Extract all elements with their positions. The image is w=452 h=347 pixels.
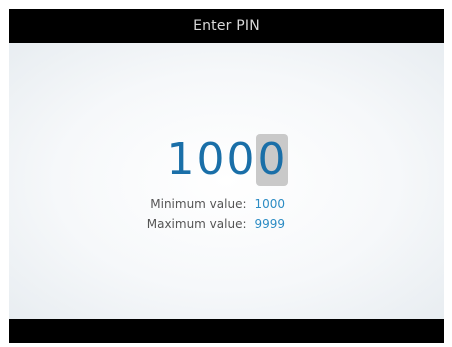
title-bar: Enter PIN <box>9 9 444 43</box>
pin-entry-panel: 1 0 0 0 Minimum value: 1000 Maximum valu… <box>9 43 444 319</box>
pin-range-info: Minimum value: 1000 Maximum value: 9999 <box>9 194 444 234</box>
maximum-value-row: Maximum value: 9999 <box>9 214 444 234</box>
minimum-value-row: Minimum value: 1000 <box>9 194 444 214</box>
screen-title: Enter PIN <box>193 18 260 34</box>
pin-digit-2[interactable]: 0 <box>196 134 226 186</box>
pin-digit-3[interactable]: 0 <box>226 134 256 186</box>
pin-entry-screen: Enter PIN 1 0 0 0 Minimum value: 1000 Ma… <box>9 9 444 343</box>
minimum-value-label: Minimum value: <box>150 197 247 211</box>
footer-bar <box>9 319 444 343</box>
pin-display[interactable]: 1 0 0 0 <box>9 134 444 186</box>
maximum-value-label: Maximum value: <box>146 217 247 231</box>
minimum-value: 1000 <box>254 197 286 211</box>
maximum-value: 9999 <box>254 217 286 231</box>
pin-digit-4-active[interactable]: 0 <box>255 134 288 186</box>
pin-digit-1[interactable]: 1 <box>166 134 196 186</box>
